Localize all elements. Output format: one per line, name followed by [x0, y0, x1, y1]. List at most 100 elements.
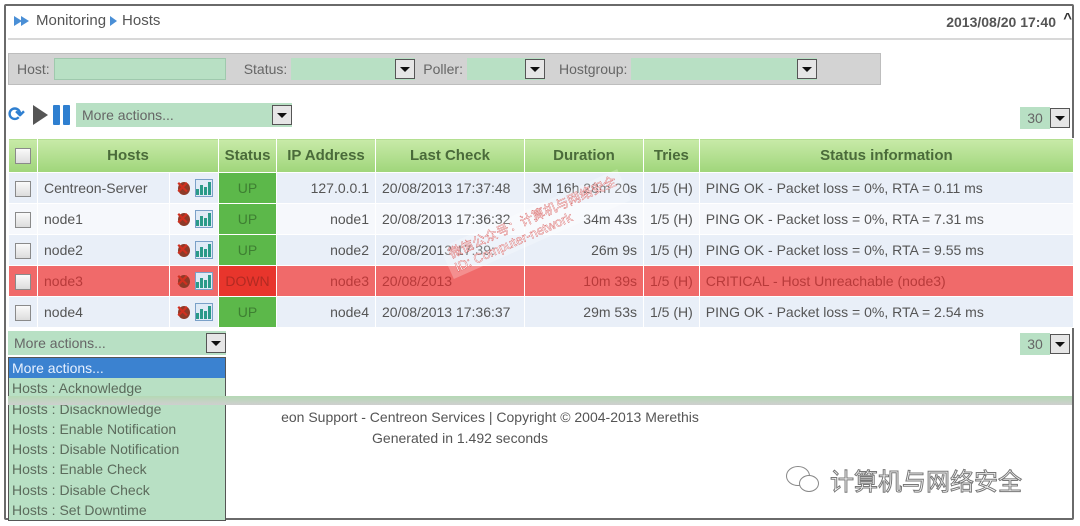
breadcrumb-hosts[interactable]: Hosts — [122, 12, 160, 29]
column-header-duration[interactable]: Duration — [524, 138, 644, 173]
breadcrumb-monitoring[interactable]: Monitoring — [36, 12, 106, 29]
dropdown-option[interactable]: Hosts : Disable Notification — [9, 439, 225, 459]
status-information: PING OK - Packet loss = 0%, RTA = 0.11 m… — [698, 172, 1075, 204]
per-page-value: 30 — [1020, 107, 1050, 129]
divider — [8, 38, 1072, 40]
graph-icon[interactable] — [194, 241, 213, 259]
host-name[interactable]: Centreon-Server — [37, 172, 170, 204]
caret-up-icon[interactable]: ^ — [1063, 10, 1072, 27]
hostgroup-filter-select[interactable] — [631, 58, 818, 80]
host-name[interactable]: node4 — [37, 296, 170, 328]
host-actions — [168, 265, 220, 297]
last-check: 20/08/2013 17:37:48 — [375, 172, 525, 204]
column-header-ip-address[interactable]: IP Address — [276, 138, 376, 173]
refresh-icon[interactable]: ⟳ — [8, 105, 28, 125]
wechat-icon — [786, 465, 822, 494]
dropdown-options-list: More actions... Hosts : Acknowledge Hosts … — [8, 357, 226, 522]
host-actions — [168, 203, 220, 235]
filter-bar: Host: Status: Poller: Hostgroup: — [8, 53, 881, 85]
more-actions-label: More actions... — [82, 107, 174, 123]
host-actions — [168, 234, 220, 266]
poller-filter-select[interactable] — [466, 58, 545, 80]
chevron-down-icon[interactable] — [524, 59, 545, 79]
dropdown-option[interactable]: Hosts : Disable Check — [9, 480, 225, 500]
graph-icon[interactable] — [194, 272, 213, 290]
chevron-down-icon[interactable] — [395, 59, 416, 79]
watermark-brand: 计算机与网络安全 — [786, 462, 1023, 497]
select-all-header — [8, 138, 38, 173]
status-filter-select[interactable] — [291, 58, 416, 80]
host-actions — [168, 172, 220, 204]
host-filter-input[interactable] — [53, 58, 226, 80]
row-checkbox[interactable] — [15, 211, 31, 228]
play-icon[interactable] — [33, 105, 48, 125]
table-row[interactable]: node3DOWNnode320/08/201310m 39s1/5 (H)CR… — [8, 265, 1075, 297]
row-checkbox[interactable] — [15, 304, 31, 321]
row-checkbox[interactable] — [15, 242, 31, 259]
current-datetime: 2013/08/20 17:40 — [946, 14, 1056, 30]
more-actions-label: More actions... — [14, 335, 106, 351]
row-checkbox-cell — [8, 203, 38, 235]
dropdown-option[interactable]: Hosts : Set Downtime — [9, 500, 225, 520]
host-filter-label: Host: — [17, 61, 50, 77]
per-page-value: 30 — [1020, 333, 1050, 355]
ip-address: 127.0.0.1 — [276, 172, 376, 204]
nagios-bug-icon[interactable] — [175, 209, 193, 229]
column-header-hosts[interactable]: Hosts — [37, 138, 219, 173]
status-filter-label: Status: — [243, 61, 288, 77]
tries: 1/5 (H) — [643, 234, 700, 266]
dropdown-option[interactable]: Hosts : Enable Notification — [9, 419, 225, 439]
tries: 1/5 (H) — [643, 296, 700, 328]
chevron-down-icon[interactable] — [272, 105, 292, 125]
graph-icon[interactable] — [194, 210, 213, 228]
chevron-down-icon[interactable] — [206, 333, 226, 353]
host-actions — [168, 296, 220, 328]
graph-icon[interactable] — [194, 179, 213, 197]
more-actions-select-top[interactable]: More actions... — [76, 103, 292, 127]
watermark-brand-text: 计算机与网络安全 — [830, 469, 1023, 497]
per-page-select-bottom[interactable]: 30 — [1020, 333, 1072, 355]
footer-copyright: eon Support - Centreon Services | Copyri… — [281, 409, 699, 425]
dropdown-option[interactable]: More actions... — [9, 358, 225, 379]
duration: 10m 39s — [524, 265, 644, 297]
status-information: PING OK - Packet loss = 0%, RTA = 2.54 m… — [698, 296, 1075, 328]
last-check: 20/08/2013 17:36:37 — [375, 296, 525, 328]
status-information: PING OK - Packet loss = 0%, RTA = 7.31 m… — [698, 203, 1075, 235]
pause-icon[interactable] — [53, 105, 71, 125]
hostgroup-filter-label: Hostgroup: — [558, 61, 628, 77]
dropdown-option[interactable]: Hosts : Enable Check — [9, 459, 225, 479]
poller-filter-label: Poller: — [423, 61, 463, 77]
row-checkbox-cell — [8, 296, 38, 328]
status-badge: UP — [218, 296, 277, 328]
ip-address: node1 — [276, 203, 376, 235]
nagios-bug-icon[interactable] — [175, 240, 193, 260]
nagios-bug-icon[interactable] — [175, 178, 193, 198]
status-badge: UP — [218, 234, 277, 266]
host-name[interactable]: node1 — [37, 203, 170, 235]
column-header-status[interactable]: Status — [218, 138, 277, 173]
chevron-down-icon[interactable] — [1050, 334, 1070, 354]
row-checkbox[interactable] — [15, 180, 31, 197]
row-checkbox[interactable] — [15, 273, 31, 290]
table-row[interactable]: Centreon-Server UP127.0.0.120/08/2013 17:… — [8, 172, 1075, 204]
duration: 29m 53s — [524, 296, 644, 328]
host-name[interactable]: node3 — [37, 265, 170, 297]
tries: 1/5 (H) — [643, 265, 700, 297]
nagios-bug-icon[interactable] — [175, 271, 193, 291]
nagios-bug-icon[interactable] — [175, 302, 193, 322]
ip-address: node3 — [276, 265, 376, 297]
double-arrow-icon — [14, 15, 32, 27]
per-page-select-top[interactable]: 30 — [1020, 107, 1072, 129]
row-checkbox-cell — [8, 265, 38, 297]
column-header-tries[interactable]: Tries — [643, 138, 700, 173]
host-name[interactable]: node2 — [37, 234, 170, 266]
footer: eon Support - Centreon Services | Copyri… — [210, 407, 710, 449]
chevron-down-icon[interactable] — [797, 59, 818, 79]
select-all-checkbox[interactable] — [15, 148, 31, 165]
chevron-down-icon[interactable] — [1050, 108, 1070, 128]
more-actions-select-bottom[interactable]: More actions... — [8, 331, 226, 355]
column-header-status-information[interactable]: Status information — [698, 138, 1075, 173]
table-row[interactable]: node4UPnode420/08/2013 17:36:3729m 53s1/… — [8, 296, 1075, 328]
graph-icon[interactable] — [194, 303, 213, 321]
column-header-last-check[interactable]: Last Check — [375, 138, 525, 173]
